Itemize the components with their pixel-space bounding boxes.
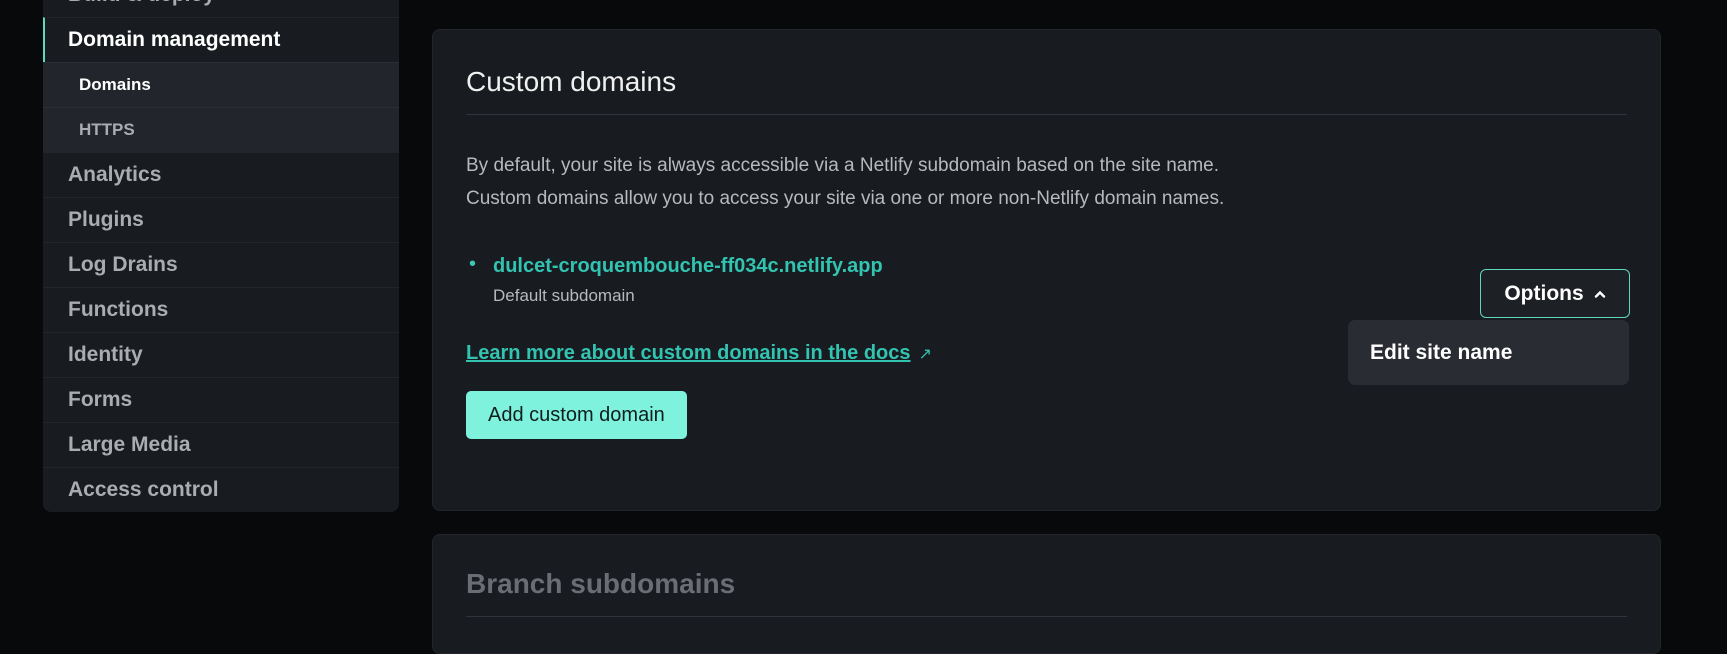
sidebar: Build & deploy Domain management Domains… xyxy=(43,0,399,512)
domain-note: Default subdomain xyxy=(493,286,635,305)
add-custom-domain-button[interactable]: Add custom domain xyxy=(466,391,687,439)
description-line: By default, your site is always accessib… xyxy=(466,155,1219,176)
sidebar-item-build-deploy[interactable]: Build & deploy xyxy=(43,0,399,17)
menu-item-edit-site-name[interactable]: Edit site name xyxy=(1370,341,1512,365)
sidebar-item-analytics[interactable]: Analytics xyxy=(43,152,399,197)
domain-list-item: • dulcet-croquembouche-ff034c.netlify.ap… xyxy=(466,253,1627,306)
sidebar-item-forms[interactable]: Forms xyxy=(43,377,399,422)
external-link-icon: ↗ xyxy=(918,346,932,363)
sidebar-item-plugins[interactable]: Plugins xyxy=(43,197,399,242)
section-title: Branch subdomains xyxy=(466,535,1627,617)
sidebar-item-functions[interactable]: Functions xyxy=(43,287,399,332)
learn-more-link[interactable]: Learn more about custom domains in the d… xyxy=(466,342,911,364)
domain-link[interactable]: dulcet-croquembouche-ff034c.netlify.app xyxy=(493,255,883,277)
sidebar-subitem-domains[interactable]: Domains xyxy=(43,62,399,107)
sidebar-item-access-control[interactable]: Access control xyxy=(43,467,399,512)
custom-domains-card: Custom domains By default, your site is … xyxy=(432,29,1661,511)
sidebar-item-domain-management[interactable]: Domain management xyxy=(43,17,399,62)
sidebar-subitem-https[interactable]: HTTPS xyxy=(43,107,399,152)
description: By default, your site is always accessib… xyxy=(466,149,1627,215)
bullet-icon: • xyxy=(469,253,477,275)
options-label: Options xyxy=(1504,281,1584,305)
sidebar-item-identity[interactable]: Identity xyxy=(43,332,399,377)
options-button[interactable]: Options xyxy=(1480,269,1630,318)
sidebar-item-log-drains[interactable]: Log Drains xyxy=(43,242,399,287)
description-line: Custom domains allow you to access your … xyxy=(466,188,1225,209)
chevron-up-icon xyxy=(1594,290,1605,298)
sidebar-item-large-media[interactable]: Large Media xyxy=(43,422,399,467)
options-dropdown: Edit site name xyxy=(1348,320,1629,385)
section-title: Custom domains xyxy=(466,30,1627,115)
branch-subdomains-card: Branch subdomains xyxy=(432,534,1661,654)
